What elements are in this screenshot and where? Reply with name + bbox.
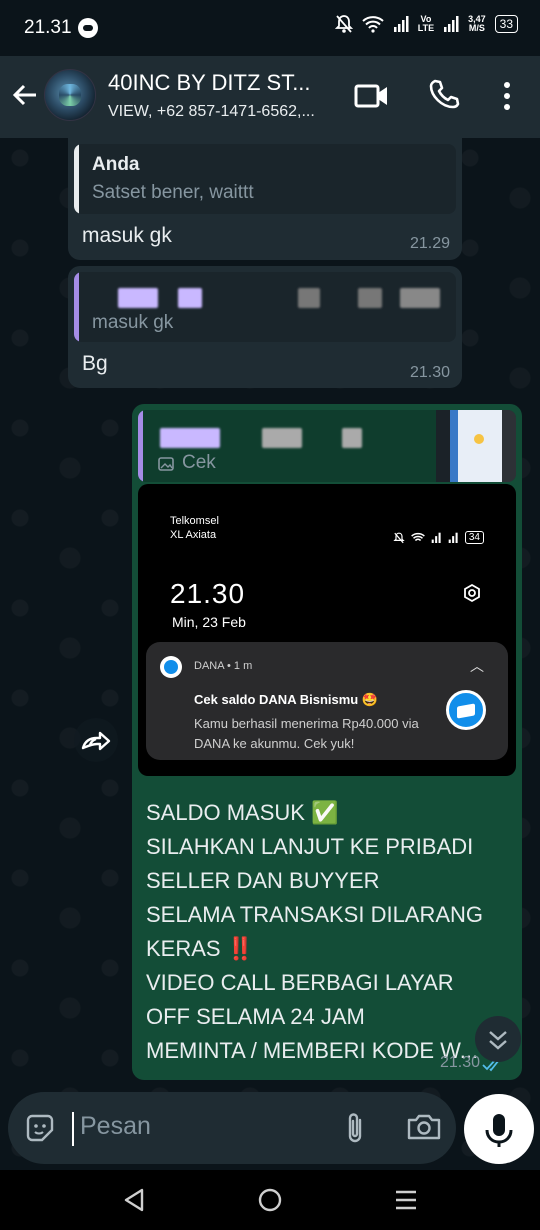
quote-text: masuk gk [92, 312, 174, 333]
network-speed: 3,47 M/S [468, 15, 486, 33]
redacted-name [118, 288, 158, 308]
chevron-up-icon: ︿ [470, 658, 484, 674]
scroll-to-bottom-button[interactable] [475, 1016, 521, 1062]
quote-bar [74, 272, 79, 342]
text-caret [72, 1112, 74, 1146]
mute-bell-icon [393, 532, 405, 543]
battery-indicator: 33 [494, 15, 518, 33]
chat-participants[interactable]: VIEW, +62 857-1471-6562,... [108, 103, 338, 121]
message-time: 21.30 [409, 364, 450, 381]
mic-icon [485, 1114, 513, 1147]
message-bubble-incoming[interactable]: Anda Satset bener, waittt masuk gk 21.29 [68, 138, 462, 260]
dana-app-icon [160, 656, 182, 678]
attach-icon[interactable] [342, 1110, 368, 1146]
quote-bar [74, 144, 79, 214]
screenshot-image[interactable]: Telkomsel XL Axiata 34 21.30 Min, 23 Feb… [138, 484, 516, 776]
notification-app: DANA • 1 m [194, 660, 253, 672]
voice-call-icon[interactable] [428, 78, 460, 110]
screenshot-battery: 34 [464, 531, 484, 544]
quote-bar [138, 410, 143, 482]
volte-label: Vo LTE [417, 14, 435, 33]
redacted-number [342, 428, 362, 448]
scroll-down-icon [489, 1031, 507, 1050]
app-notification-icon [78, 18, 98, 38]
wifi-icon [362, 16, 384, 33]
network-speed-unit: M/S [468, 23, 485, 33]
quote-thumbnail [436, 410, 516, 482]
redacted-number [262, 428, 302, 448]
image-icon [158, 457, 174, 471]
nav-back-icon[interactable] [120, 1186, 148, 1214]
status-bar: 21.31 Vo LTE 3,47 M/S 33 [0, 0, 540, 56]
signal-icon [448, 532, 458, 543]
quoted-message[interactable]: masuk gk [74, 272, 456, 342]
chat-screen: 21.31 Vo LTE 3,47 M/S 33 40INC BY DITZ ST.… [0, 0, 540, 1230]
camera-icon[interactable] [406, 1110, 442, 1144]
screenshot-carriers: Telkomsel XL Axiata [170, 496, 219, 542]
status-icons: Vo LTE 3,47 M/S 33 [334, 14, 518, 34]
chat-header: 40INC BY DITZ ST... VIEW, +62 857-1471-6… [0, 56, 540, 138]
carrier-2: XL Axiata [170, 529, 217, 541]
message-text: SALDO MASUK ✅ SILAHKAN LANJUT KE PRIBADI… [146, 800, 484, 1063]
redacted-number [400, 288, 440, 308]
voice-record-button[interactable] [464, 1094, 534, 1164]
group-avatar[interactable] [44, 69, 96, 121]
notification-body: Kamu berhasil menerima Rp40.000 via DANA… [194, 716, 419, 751]
signal-icon [431, 532, 441, 543]
message-input[interactable]: Pesan [80, 1112, 151, 1141]
dana-notification: DANA • 1 m ︿ Cek saldo DANA Bisnismu 🤩 K… [146, 642, 508, 760]
redacted-name [178, 288, 202, 308]
message-bubble-outgoing[interactable]: Cek Telkomsel XL Axiata 34 21.30 Min, 23… [132, 404, 522, 1080]
screenshot-clock: 21.30 [170, 578, 246, 609]
wifi-icon [411, 532, 425, 541]
mute-bell-icon [334, 15, 353, 33]
nav-recents-icon[interactable] [392, 1186, 420, 1214]
screenshot-status-icons: 34 [393, 531, 484, 544]
system-nav-bar [0, 1170, 540, 1230]
redacted-number [298, 288, 320, 308]
quote-author: Anda [92, 154, 140, 175]
forward-button[interactable] [74, 718, 118, 762]
signal-2-icon [444, 16, 459, 32]
more-options-icon[interactable] [498, 80, 516, 112]
quoted-message[interactable]: Cek [138, 410, 516, 482]
forward-icon [81, 731, 111, 751]
message-bubble-incoming[interactable]: masuk gk Bg 21.30 [68, 266, 462, 388]
dana-wallet-icon [446, 690, 486, 730]
message-time: 21.29 [409, 235, 450, 252]
message-text: Bg [82, 352, 108, 375]
back-arrow-icon[interactable] [10, 80, 40, 110]
signal-1-icon [393, 16, 409, 32]
status-time: 21.31 [24, 17, 72, 38]
quote-text: Cek [182, 452, 216, 473]
quoted-message[interactable]: Anda Satset bener, waittt [74, 144, 456, 214]
settings-icon [464, 583, 480, 603]
screenshot-date: Min, 23 Feb [172, 614, 246, 630]
message-text: masuk gk [82, 224, 172, 247]
chat-title[interactable]: 40INC BY DITZ ST... [108, 70, 338, 96]
notification-title: Cek saldo DANA Bisnismu 🤩 [194, 692, 379, 707]
carrier-1: Telkomsel [170, 515, 219, 527]
video-call-icon[interactable] [354, 80, 390, 112]
thumbnail-coin [474, 434, 484, 444]
message-composer[interactable]: Pesan [8, 1092, 456, 1164]
sticker-icon[interactable] [24, 1112, 56, 1144]
quote-text: Satset bener, waittt [92, 182, 254, 203]
message-time: 21.30 [439, 1054, 480, 1071]
nav-home-icon[interactable] [256, 1186, 284, 1214]
redacted-name [160, 428, 220, 448]
redacted-number [358, 288, 382, 308]
